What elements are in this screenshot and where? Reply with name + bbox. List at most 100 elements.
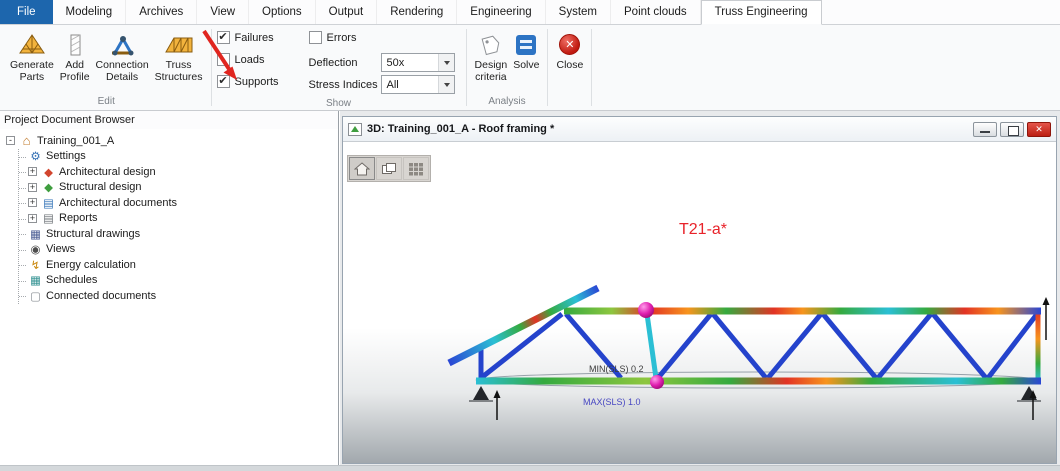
button-label: Profile bbox=[60, 71, 90, 83]
tree-item-label: Structural drawings bbox=[46, 228, 140, 240]
maximize-button[interactable] bbox=[1000, 122, 1024, 137]
stress-indices-dropdown[interactable]: All bbox=[381, 75, 455, 94]
tree-item-structural-drawings[interactable]: ▦ Structural drawings bbox=[19, 226, 336, 242]
web-member bbox=[823, 314, 876, 378]
button-label: Solve bbox=[513, 59, 539, 71]
loads-checkbox[interactable]: Loads bbox=[217, 53, 297, 66]
button-label: Design bbox=[475, 59, 508, 71]
web-member bbox=[713, 314, 766, 378]
truss-structures-button[interactable]: Truss Structures bbox=[152, 28, 206, 85]
expand-expander[interactable]: + bbox=[28, 214, 37, 223]
cascade-view-button[interactable] bbox=[376, 157, 402, 180]
window-controls bbox=[973, 122, 1051, 137]
web-member bbox=[878, 314, 931, 378]
connection-node-icon bbox=[109, 30, 135, 59]
web-member bbox=[658, 314, 711, 378]
ribbon-group-edit: Generate Parts Add Profile Connection De… bbox=[3, 25, 210, 110]
tab-modeling[interactable]: Modeling bbox=[53, 0, 127, 24]
minimize-button[interactable] bbox=[973, 122, 997, 137]
tab-point-clouds[interactable]: Point clouds bbox=[611, 0, 701, 24]
button-label: Truss bbox=[166, 59, 192, 71]
workspace: 3D: Training_001_A - Roof framing * bbox=[340, 111, 1060, 465]
button-label: Generate bbox=[10, 59, 54, 71]
group-separator bbox=[466, 29, 467, 106]
failures-label: Failures bbox=[235, 32, 274, 44]
errors-label: Errors bbox=[327, 32, 357, 44]
tree-item-schedules[interactable]: ▦ Schedules bbox=[19, 273, 336, 289]
analysis-group-label: Analysis bbox=[468, 95, 547, 110]
errors-checkbox[interactable]: Errors bbox=[309, 31, 461, 44]
checkbox-box bbox=[217, 53, 230, 66]
failures-checkbox[interactable]: ✔ Failures bbox=[217, 31, 297, 44]
collapse-expander[interactable]: - bbox=[6, 136, 15, 145]
tab-engineering[interactable]: Engineering bbox=[457, 0, 545, 24]
node-sphere bbox=[638, 302, 654, 318]
close-button[interactable]: Close bbox=[553, 28, 586, 73]
grid-layout-icon bbox=[408, 162, 424, 176]
profile-board-icon bbox=[64, 30, 86, 59]
tab-archives[interactable]: Archives bbox=[126, 0, 197, 24]
tab-file[interactable]: File bbox=[0, 0, 53, 24]
button-label: Details bbox=[106, 71, 138, 83]
structural-design-icon: ◆ bbox=[41, 180, 56, 194]
deflection-dropdown[interactable]: 50x bbox=[381, 53, 455, 72]
max-sls-label: MAX(SLS) 1.0 bbox=[583, 397, 641, 407]
tree-item-views[interactable]: ◉ Views bbox=[19, 242, 336, 258]
tab-output[interactable]: Output bbox=[316, 0, 378, 24]
truss-structure-icon bbox=[164, 30, 194, 59]
button-label: Structures bbox=[155, 71, 203, 83]
viewport-title: 3D: Training_001_A - Roof framing * bbox=[367, 123, 554, 135]
tree-item-structural-design[interactable]: + ◆ Structural design bbox=[19, 180, 336, 196]
house-icon: ⌂ bbox=[19, 133, 34, 148]
tab-truss-engineering[interactable]: Truss Engineering bbox=[701, 0, 822, 25]
energy-icon: ↯ bbox=[28, 258, 43, 272]
house-view-icon bbox=[354, 162, 370, 176]
tab-options[interactable]: Options bbox=[249, 0, 316, 24]
expand-expander[interactable]: + bbox=[28, 167, 37, 176]
tab-rendering[interactable]: Rendering bbox=[377, 0, 457, 24]
tree-item-connected-documents[interactable]: ▢ Connected documents bbox=[19, 288, 336, 304]
design-criteria-button[interactable]: Design criteria bbox=[472, 28, 511, 85]
button-label: Close bbox=[556, 59, 583, 71]
node-sphere bbox=[650, 375, 664, 389]
connection-details-button[interactable]: Connection Details bbox=[93, 28, 152, 85]
add-profile-button[interactable]: Add Profile bbox=[57, 28, 93, 85]
gear-icon: ⚙ bbox=[28, 149, 43, 163]
report-icon: ▤ bbox=[41, 211, 56, 225]
tab-view[interactable]: View bbox=[197, 0, 249, 24]
tree-item-label: Training_001_A bbox=[37, 135, 114, 147]
expand-expander[interactable]: + bbox=[28, 198, 37, 207]
supports-checkbox[interactable]: ✔ Supports bbox=[217, 75, 297, 88]
tree-item-settings[interactable]: ⚙ Settings bbox=[19, 149, 336, 165]
tree-item-reports[interactable]: + ▤ Reports bbox=[19, 211, 336, 227]
camera-icon: ◉ bbox=[28, 242, 43, 256]
close-window-button[interactable] bbox=[1027, 122, 1051, 137]
close-circle-icon bbox=[559, 30, 580, 59]
viewport-titlebar[interactable]: 3D: Training_001_A - Roof framing * bbox=[343, 117, 1056, 142]
stress-indices-value: All bbox=[387, 79, 399, 91]
deflection-value: 50x bbox=[387, 57, 405, 69]
tree-item-architectural-documents[interactable]: + ▤ Architectural documents bbox=[19, 195, 336, 211]
reaction-arrow bbox=[494, 390, 501, 420]
solve-button[interactable]: Solve bbox=[510, 28, 542, 73]
web-member bbox=[933, 314, 986, 378]
tree-item-training-001-a[interactable]: - ⌂ Training_001_A bbox=[6, 133, 336, 149]
tree-item-label: Connected documents bbox=[46, 290, 156, 302]
tree-item-label: Architectural documents bbox=[59, 197, 177, 209]
application-window: File Modeling Archives View Options Outp… bbox=[0, 0, 1060, 471]
grid-view-button[interactable] bbox=[403, 157, 429, 180]
truss-name-label: T21-a* bbox=[679, 221, 727, 238]
stress-indices-label: Stress Indices bbox=[309, 79, 381, 91]
project-document-browser: Project Document Browser - ⌂ Training_00… bbox=[0, 111, 339, 465]
tab-system[interactable]: System bbox=[546, 0, 611, 24]
tree-item-energy-calculation[interactable]: ↯ Energy calculation bbox=[19, 257, 336, 273]
tree-item-label: Architectural design bbox=[59, 166, 156, 178]
truss-gable-icon bbox=[19, 30, 45, 59]
home-view-button[interactable] bbox=[349, 157, 375, 180]
generate-parts-button[interactable]: Generate Parts bbox=[7, 28, 57, 85]
tree-item-architectural-design[interactable]: + ◆ Architectural design bbox=[19, 164, 336, 180]
viewport-canvas[interactable]: T21-a* MIN(SLS) 0.2 MAX(SLS) 1.0 bbox=[343, 142, 1056, 463]
expand-expander[interactable]: + bbox=[28, 183, 37, 192]
loads-label: Loads bbox=[235, 54, 265, 66]
document-icon: ▢ bbox=[28, 289, 43, 303]
